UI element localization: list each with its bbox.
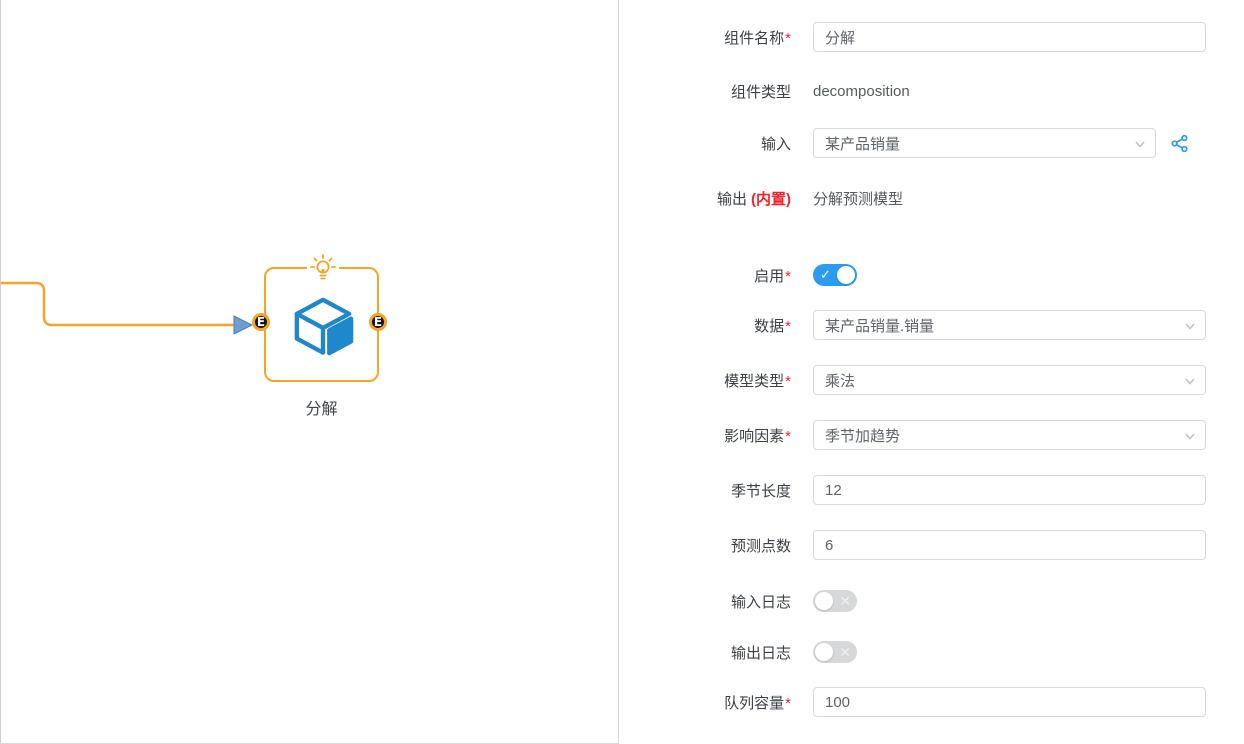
- switch-knob: [815, 592, 833, 610]
- field-row-enable: 启用* ✓: [619, 260, 1244, 290]
- field-label: 季节长度: [619, 480, 791, 501]
- required-asterisk: *: [785, 373, 791, 390]
- field-label: 输入: [619, 133, 791, 154]
- required-asterisk: *: [785, 318, 791, 335]
- select-value: 乘法: [825, 370, 855, 391]
- output-port[interactable]: E: [369, 313, 387, 331]
- select-value: 某产品销量.销量: [825, 315, 934, 336]
- enable-switch[interactable]: ✓: [813, 264, 857, 286]
- switch-knob: [815, 643, 833, 661]
- required-asterisk: *: [785, 30, 791, 47]
- field-row-season-length: 季节长度: [619, 475, 1244, 505]
- field-row-factor: 影响因素* 季节加趋势: [619, 420, 1244, 450]
- field-label: 输出(内置): [619, 188, 791, 209]
- field-row-output-log: 输出日志 ✕: [619, 637, 1244, 667]
- required-asterisk: *: [785, 428, 791, 445]
- field-label: 影响因素*: [619, 425, 791, 446]
- bulb-icon: [307, 252, 339, 284]
- field-row-component-name: 组件名称*: [619, 22, 1244, 52]
- select-value: 某产品销量: [825, 133, 900, 154]
- field-label: 组件类型: [619, 81, 791, 102]
- factor-select[interactable]: 季节加趋势: [813, 420, 1206, 450]
- queue-capacity-input[interactable]: [813, 687, 1206, 717]
- app-window: E E 分解 组件名称* 组件类型 decomposition 输入 某产品销量: [0, 0, 1244, 744]
- field-label: 输出日志: [619, 642, 791, 663]
- switch-knob: [837, 266, 855, 284]
- chevron-down-icon: [1133, 137, 1147, 151]
- field-label: 启用*: [619, 265, 791, 286]
- builtin-tag: (内置): [751, 191, 791, 208]
- model-type-select[interactable]: 乘法: [813, 365, 1206, 395]
- port-label: E: [374, 316, 382, 328]
- cube-icon: [292, 295, 354, 357]
- required-asterisk: *: [785, 695, 791, 712]
- component-type-value: decomposition: [813, 83, 910, 100]
- share-icon[interactable]: [1170, 134, 1189, 153]
- field-label: 输入日志: [619, 591, 791, 612]
- field-row-model-type: 模型类型* 乘法: [619, 365, 1244, 395]
- output-value: 分解预测模型: [813, 188, 903, 209]
- x-icon: ✕: [839, 641, 851, 663]
- data-select[interactable]: 某产品销量.销量: [813, 310, 1206, 340]
- field-row-component-type: 组件类型 decomposition: [619, 76, 1244, 106]
- x-icon: ✕: [839, 590, 851, 612]
- field-row-input-log: 输入日志 ✕: [619, 586, 1244, 616]
- input-select[interactable]: 某产品销量: [813, 128, 1156, 158]
- select-value: 季节加趋势: [825, 425, 900, 446]
- node-label: 分解: [264, 395, 379, 419]
- arrowhead-icon: [234, 316, 252, 334]
- field-row-forecast-points: 预测点数: [619, 530, 1244, 560]
- field-label: 预测点数: [619, 535, 791, 556]
- field-label: 组件名称*: [619, 27, 791, 48]
- field-row-queue-capacity: 队列容量*: [619, 687, 1244, 717]
- forecast-points-input[interactable]: [813, 530, 1206, 560]
- input-port[interactable]: E: [252, 313, 270, 331]
- required-asterisk: *: [785, 268, 791, 285]
- check-icon: ✓: [820, 264, 831, 286]
- field-row-input: 输入 某产品销量: [619, 128, 1244, 158]
- field-label: 模型类型*: [619, 370, 791, 391]
- flow-canvas[interactable]: E E 分解: [0, 0, 618, 744]
- properties-panel: 组件名称* 组件类型 decomposition 输入 某产品销量: [618, 0, 1244, 744]
- chevron-down-icon: [1183, 429, 1197, 443]
- field-row-output: 输出(内置) 分解预测模型: [619, 183, 1244, 213]
- node-decomposition[interactable]: E E: [264, 267, 379, 382]
- field-label: 数据*: [619, 315, 791, 336]
- field-row-data: 数据* 某产品销量.销量: [619, 310, 1244, 340]
- field-label: 队列容量*: [619, 692, 791, 713]
- chevron-down-icon: [1183, 319, 1197, 333]
- port-label: E: [257, 316, 265, 328]
- input-log-switch[interactable]: ✕: [813, 590, 857, 612]
- wire-path: [1, 283, 234, 325]
- season-length-input[interactable]: [813, 475, 1206, 505]
- component-name-input[interactable]: [813, 22, 1206, 52]
- output-log-switch[interactable]: ✕: [813, 641, 857, 663]
- chevron-down-icon: [1183, 374, 1197, 388]
